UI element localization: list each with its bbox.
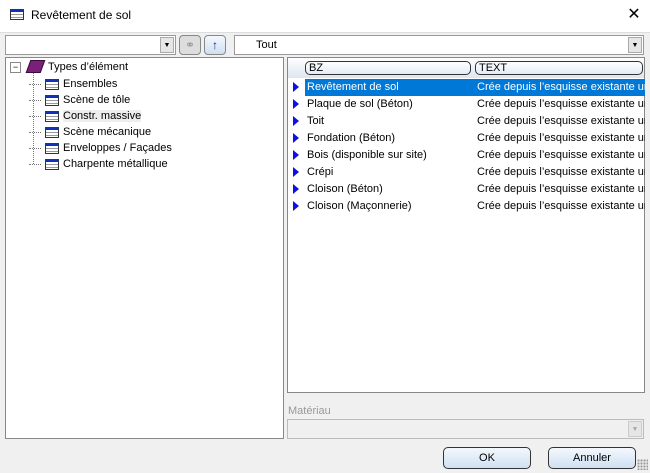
up-level-button[interactable]: ↑ [204,35,226,55]
cancel-button[interactable]: Annuler [548,447,636,469]
scope-combo[interactable]: Tout ▼ [234,35,644,55]
tree-line [29,131,41,133]
scope-value: Tout [256,39,277,51]
table-icon [45,78,59,90]
material-combo[interactable]: ▼ [287,419,644,439]
table-icon [45,142,59,154]
binoculars-button[interactable]: ⚭ [179,35,201,55]
tree-line [29,147,41,149]
chevron-down-icon[interactable]: ▼ [160,37,174,53]
tree-item[interactable]: Scène de tôle [29,92,130,108]
tree-line [29,163,41,165]
table-icon [45,158,59,170]
material-label: Matériau [288,405,331,417]
table-icon [45,110,59,122]
binoculars-icon: ⚭ [184,38,196,52]
table-row[interactable]: Toit Crée depuis l’esquisse existante un [288,113,645,130]
tree-line [29,115,41,117]
row-arrow-icon [293,201,299,211]
book-icon [25,60,46,73]
table-row[interactable]: Bois (disponible sur site) Crée depuis l’… [288,147,645,164]
tree-root[interactable]: Types d’élément [25,60,129,73]
cell-text: Crée depuis l’esquisse existante un [477,149,645,161]
table-row[interactable]: Crépi Crée depuis l’esquisse existante un [288,164,645,181]
tree-item-label: Ensembles [63,78,118,90]
tree-item[interactable]: Constr. massive [29,108,142,124]
chevron-down-icon[interactable]: ▼ [628,37,642,53]
window-title: Revêtement de sol [31,8,132,22]
cell-bz: Toit [307,115,325,127]
cell-bz: Crépi [307,166,334,178]
column-header-text[interactable]: TEXT [475,61,643,75]
cell-bz: Bois (disponible sur site) [307,149,427,161]
table-row[interactable]: Plaque de sol (Béton) Crée depuis l’esqui… [288,96,645,113]
cell-bz: Cloison (Maçonnerie) [307,200,412,212]
element-type-tree[interactable]: − Types d’élément Ensembles Scène de tôle… [5,57,284,439]
filter-combo[interactable]: ▼ [5,35,176,55]
resize-grip[interactable] [637,459,648,470]
row-arrow-icon [293,184,299,194]
element-list[interactable]: BZ TEXT Revêtement de sol Crée depuis l’e… [287,57,645,393]
tree-item[interactable]: Ensembles [29,76,117,92]
tree-item-label: Enveloppes / Façades [63,142,172,154]
cell-text: Crée depuis l’esquisse existante un [477,98,645,110]
row-arrow-icon [293,82,299,92]
close-button[interactable]: ✕ [624,5,644,25]
arrow-up-icon: ↑ [212,38,218,52]
row-arrow-icon [293,133,299,143]
tree-item[interactable]: Scène mécanique [29,124,151,140]
tree-item-label: Scène mécanique [63,126,152,138]
table-icon [10,9,24,20]
tree-item-label: Constr. massive [63,110,142,122]
cell-text: Crée depuis l’esquisse existante un [477,132,645,144]
cell-bz: Cloison (Béton) [307,183,383,195]
cell-text: Crée depuis l’esquisse existante un [477,183,645,195]
cell-bz: Revêtement de sol [305,79,477,96]
cell-text: Crée depuis l’esquisse existante un [477,200,645,212]
cell-text: Crée depuis l’esquisse existante un [477,79,645,96]
column-header-bz[interactable]: BZ [305,61,471,75]
tree-item[interactable]: Charpente métallique [29,156,168,172]
tree-item-label: Scène de tôle [63,94,131,106]
cell-text: Crée depuis l’esquisse existante un [477,166,645,178]
table-icon [45,126,59,138]
row-arrow-icon [293,150,299,160]
table-row[interactable]: Fondation (Béton) Crée depuis l’esquisse … [288,130,645,147]
cell-text: Crée depuis l’esquisse existante un [477,115,645,127]
tree-line [29,99,41,101]
chevron-down-icon[interactable]: ▼ [628,421,642,437]
table-row[interactable]: Cloison (Béton) Crée depuis l’esquisse ex… [288,181,645,198]
cell-bz: Fondation (Béton) [307,132,396,144]
tree-root-label: Types d’élément [48,60,129,73]
title-bar: Revêtement de sol ✕ [0,0,650,33]
table-row[interactable]: Cloison (Maçonnerie) Crée depuis l’esquis… [288,198,645,215]
collapse-toggle[interactable]: − [10,62,21,73]
tree-item[interactable]: Enveloppes / Façades [29,140,172,156]
row-arrow-icon [293,116,299,126]
cell-bz: Plaque de sol (Béton) [307,98,413,110]
row-arrow-icon [293,99,299,109]
row-arrow-icon [293,167,299,177]
table-icon [45,94,59,106]
list-header: BZ TEXT [288,58,644,78]
tree-item-label: Charpente métallique [63,158,168,170]
tree-line [29,83,41,85]
ok-button[interactable]: OK [443,447,531,469]
table-row[interactable]: Revêtement de sol Crée depuis l’esquisse … [288,79,645,96]
